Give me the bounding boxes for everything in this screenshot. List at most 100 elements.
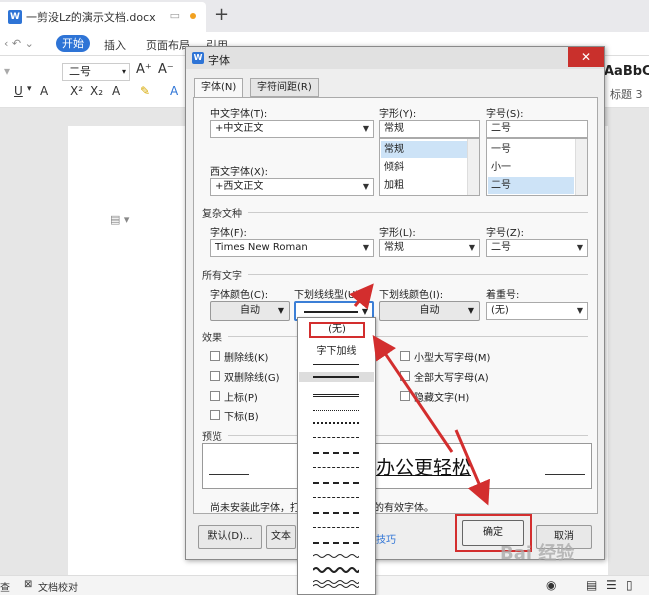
font-color-button[interactable]: 自动 ▼: [210, 301, 290, 321]
menu-page-layout[interactable]: 页面布局: [146, 37, 190, 53]
highlight-icon[interactable]: ✎: [140, 84, 150, 98]
dialog-app-icon: W: [192, 52, 204, 64]
page-view-icon[interactable]: ▤: [586, 578, 597, 592]
outline-view-icon[interactable]: ☰: [606, 578, 617, 592]
hidden-text-checkbox[interactable]: [400, 391, 410, 401]
size-listbox[interactable]: 一号 小一 二号: [486, 138, 588, 196]
chevron-down-icon[interactable]: ▾: [27, 84, 32, 94]
font-name-box[interactable]: ▾: [4, 64, 10, 78]
divider: [248, 274, 588, 275]
screen-icon[interactable]: ▭: [170, 9, 180, 22]
size-input[interactable]: 二号: [486, 120, 588, 138]
subscript-icon[interactable]: X₂: [90, 84, 103, 98]
underline-color-button[interactable]: 自动 ▼: [379, 301, 480, 321]
all-caps-checkbox[interactable]: [400, 371, 410, 381]
list-item[interactable]: 常规: [381, 141, 467, 158]
menu-insert[interactable]: 插入: [104, 37, 126, 53]
dropdown-option-dot-dash[interactable]: [313, 497, 359, 498]
text-effect-icon[interactable]: A: [112, 84, 120, 98]
dialog-title-bar[interactable]: W 字体 ✕: [186, 47, 604, 69]
scrollbar[interactable]: [467, 139, 479, 195]
style-label: 字形(Y):: [379, 109, 417, 120]
preview-rule-left: [209, 474, 249, 475]
dropdown-option-thick-dashed[interactable]: [313, 452, 359, 454]
dropdown-option-dashed[interactable]: [313, 437, 359, 438]
western-font-combo[interactable]: +西文正文 ▼: [210, 178, 374, 196]
dropdown-option-single[interactable]: [313, 364, 359, 365]
dropdown-option-thick-dotted[interactable]: [313, 422, 359, 424]
dropdown-option-thick-dot-dot-dash[interactable]: [313, 542, 359, 544]
strikethrough-checkbox[interactable]: [210, 351, 220, 361]
font-color-label: 字体颜色(C):: [210, 290, 269, 301]
font-size-combo[interactable]: 二号 ▾: [62, 63, 130, 81]
small-caps-checkbox[interactable]: [400, 351, 410, 361]
tab-char-spacing[interactable]: 字符间距(R): [250, 78, 319, 97]
list-item[interactable]: 加粗: [381, 177, 467, 194]
dropdown-option-long-dash[interactable]: [313, 467, 359, 468]
dropdown-option-thick-dot-dash[interactable]: [313, 512, 359, 514]
complex-font-value: Times New Roman: [215, 242, 308, 253]
list-item[interactable]: 一号: [488, 141, 574, 158]
text-effect-button[interactable]: 文本效: [266, 525, 296, 549]
tips-link[interactable]: 技巧: [376, 531, 396, 546]
strikethrough-icon[interactable]: A: [40, 84, 48, 98]
paragraph-icon[interactable]: ▤ ▾: [110, 213, 129, 226]
complex-section-title: 复杂文种: [202, 209, 242, 220]
underline-type-dropdown[interactable]: (无) 字下加线: [297, 317, 376, 595]
shrink-font-icon[interactable]: A⁻: [158, 62, 174, 77]
list-item[interactable]: 小一: [488, 159, 574, 176]
dropdown-option-double[interactable]: [313, 394, 359, 397]
all-text-section-title: 所有文字: [202, 271, 242, 282]
complex-style-combo[interactable]: 常规 ▼: [379, 239, 480, 257]
divider: [228, 336, 588, 337]
menu-start[interactable]: 开始: [56, 35, 90, 52]
style-preview[interactable]: AaBbCc: [604, 64, 649, 79]
font-color-icon[interactable]: A: [170, 84, 178, 98]
font-dialog: W 字体 ✕ 字体(N) 字符间距(R) 中文字体(T): +中文正文 ▼ 字形…: [185, 46, 605, 560]
emphasis-combo[interactable]: (无) ▼: [486, 302, 588, 320]
document-tab[interactable]: W 一剪没Lz的演示文档.docx ▭: [0, 2, 206, 32]
list-item[interactable]: 倾斜: [381, 159, 467, 176]
close-button[interactable]: ✕: [568, 47, 604, 67]
style-name[interactable]: 标题 3: [610, 86, 643, 102]
hidden-text-label: 隐藏文字(H): [414, 393, 470, 404]
proofread-button[interactable]: 文档校对: [38, 579, 78, 594]
dropdown-option-words-only[interactable]: 字下加线: [298, 342, 375, 357]
subscript-checkbox[interactable]: [210, 410, 220, 420]
scrollbar[interactable]: [575, 139, 587, 195]
dropdown-option-dot-dot-dash[interactable]: [313, 527, 359, 528]
superscript-checkbox[interactable]: [210, 391, 220, 401]
superscript-icon[interactable]: X²: [70, 84, 83, 98]
unsaved-dot-icon: [190, 13, 196, 19]
dropdown-option-thick-long-dash[interactable]: [313, 482, 359, 484]
menu-expand-icon[interactable]: ‹ ↶ ⌄: [4, 37, 34, 50]
chevron-down-icon: ▼: [576, 306, 583, 315]
dropdown-option-none[interactable]: (无): [309, 322, 365, 338]
proofread-icon[interactable]: ⊠: [24, 579, 32, 590]
underline-color-label: 下划线颜色(I):: [379, 290, 444, 301]
complex-font-combo[interactable]: Times New Roman ▼: [210, 239, 374, 257]
default-button[interactable]: 默认(D)...: [198, 525, 262, 549]
reading-view-icon[interactable]: ▯: [626, 578, 633, 592]
underline-type-label: 下划线线型(U):: [294, 290, 363, 301]
underline-icon[interactable]: U: [14, 84, 23, 98]
new-tab-button[interactable]: +: [214, 4, 229, 25]
complex-size-combo[interactable]: 二号 ▼: [486, 239, 588, 257]
style-listbox[interactable]: 常规 倾斜 加粗: [379, 138, 480, 196]
dropdown-wave-options[interactable]: [313, 552, 359, 592]
eye-icon[interactable]: ◉: [546, 578, 556, 592]
chevron-down-icon: ▼: [576, 243, 583, 252]
complex-font-label: 字体(F):: [210, 228, 247, 239]
chinese-font-label: 中文字体(T):: [210, 109, 268, 120]
chevron-down-icon: ▾: [121, 67, 126, 76]
grow-font-icon[interactable]: A⁺: [136, 62, 152, 77]
style-input[interactable]: 常规: [379, 120, 480, 138]
double-strikethrough-checkbox[interactable]: [210, 371, 220, 381]
western-font-label: 西文字体(X):: [210, 167, 269, 178]
dropdown-option-dotted[interactable]: [313, 410, 359, 411]
list-item[interactable]: 二号: [488, 177, 574, 194]
chinese-font-combo[interactable]: +中文正文 ▼: [210, 120, 374, 138]
superscript-label: 上标(P): [224, 393, 258, 404]
dropdown-option-thick[interactable]: [313, 376, 359, 378]
tab-font[interactable]: 字体(N): [194, 78, 244, 98]
